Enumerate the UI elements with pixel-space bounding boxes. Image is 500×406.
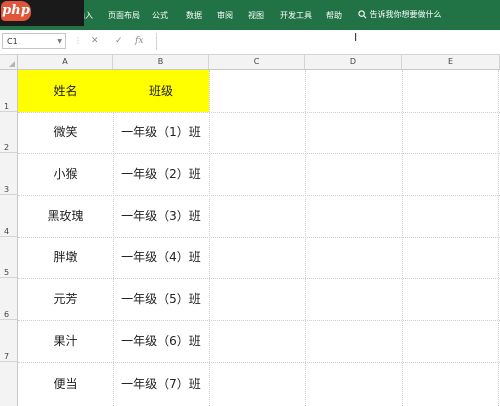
cell-a7[interactable]: 果汁 [18,320,113,362]
gridline [498,70,499,406]
chevron-down-icon[interactable]: ▼ [57,34,62,50]
cell-b5[interactable]: 一年级（4）班 [113,237,209,278]
cell-b6[interactable]: 一年级（5）班 [113,278,209,320]
cell-a4[interactable]: 黑玫瑰 [18,195,113,237]
formula-bar-grip-icon: ⋮ [74,36,82,45]
tell-me-label: 告诉我你想要做什么 [369,10,442,19]
cell-a5[interactable]: 胖墩 [18,237,113,278]
gridline [209,70,210,406]
row-header-7[interactable]: 7 [0,320,18,362]
row-number: 4 [4,227,10,236]
cell-b3[interactable]: 一年级（2）班 [113,153,209,195]
tab-help[interactable]: 帮助 [326,10,342,22]
column-header-a[interactable]: A [18,55,113,69]
text-cursor-icon: I [354,31,358,44]
cell-a2[interactable]: 微笑 [18,112,113,153]
tab-view[interactable]: 视图 [248,10,264,22]
row-header-4[interactable]: 4 [0,195,18,237]
column-header-b[interactable]: B [113,55,209,69]
php-logo: php [1,1,31,21]
name-box[interactable]: C1 ▼ [2,33,66,49]
row-number: 2 [4,143,10,152]
row-header-8[interactable] [0,362,18,406]
row-header-1[interactable]: 1 [0,70,18,112]
tab-developer[interactable]: 开发工具 [280,10,312,22]
select-all-button[interactable] [0,55,18,69]
cell-b1[interactable]: 班级 [113,70,209,112]
row-number: 1 [4,102,10,111]
insert-function-icon[interactable]: fx [135,35,143,47]
select-all-icon [9,61,15,67]
row-number: 3 [4,185,10,194]
cell-b4[interactable]: 一年级（3）班 [113,195,209,237]
name-box-value: C1 [7,37,18,46]
column-header-row: A B C D E [0,55,500,70]
worksheet-grid[interactable]: 姓名 班级 微笑 一年级（1）班 小猴 一年级（2）班 黑玫瑰 一年级（3）班 … [18,70,500,406]
tab-formulas[interactable]: 公式 [152,10,168,22]
formula-input[interactable] [156,33,499,50]
cell-b7[interactable]: 一年级（6）班 [113,320,209,362]
watermark-logo: php [0,0,84,26]
tab-page-layout[interactable]: 页面布局 [108,10,140,22]
search-icon [358,10,367,19]
cancel-icon[interactable]: ✕ [91,35,99,47]
tab-data[interactable]: 数据 [186,10,202,22]
cell-a6[interactable]: 元芳 [18,278,113,320]
row-number: 6 [4,310,10,319]
cell-b8[interactable]: 一年级（7）班 [113,362,209,406]
row-header-6[interactable]: 6 [0,278,18,320]
row-header-3[interactable]: 3 [0,153,18,195]
cell-b2[interactable]: 一年级（1）班 [113,112,209,153]
row-number: 7 [4,352,10,361]
cell-a3[interactable]: 小猴 [18,153,113,195]
gridline [305,70,306,406]
column-header-e[interactable]: E [402,55,500,69]
row-header-5[interactable]: 5 [0,237,18,278]
cell-a8[interactable]: 便当 [18,362,113,406]
cell-a1[interactable]: 姓名 [18,70,113,112]
tell-me-box[interactable]: 告诉我你想要做什么 [358,9,442,20]
row-number: 5 [4,268,10,277]
tab-review[interactable]: 审阅 [217,10,233,22]
column-header-d[interactable]: D [305,55,402,69]
row-header-2[interactable]: 2 [0,112,18,153]
formula-bar: C1 ▼ ⋮ ✕ ✓ fx [0,30,500,55]
enter-icon[interactable]: ✓ [115,35,123,47]
column-header-c[interactable]: C [209,55,305,69]
gridline [402,70,403,406]
